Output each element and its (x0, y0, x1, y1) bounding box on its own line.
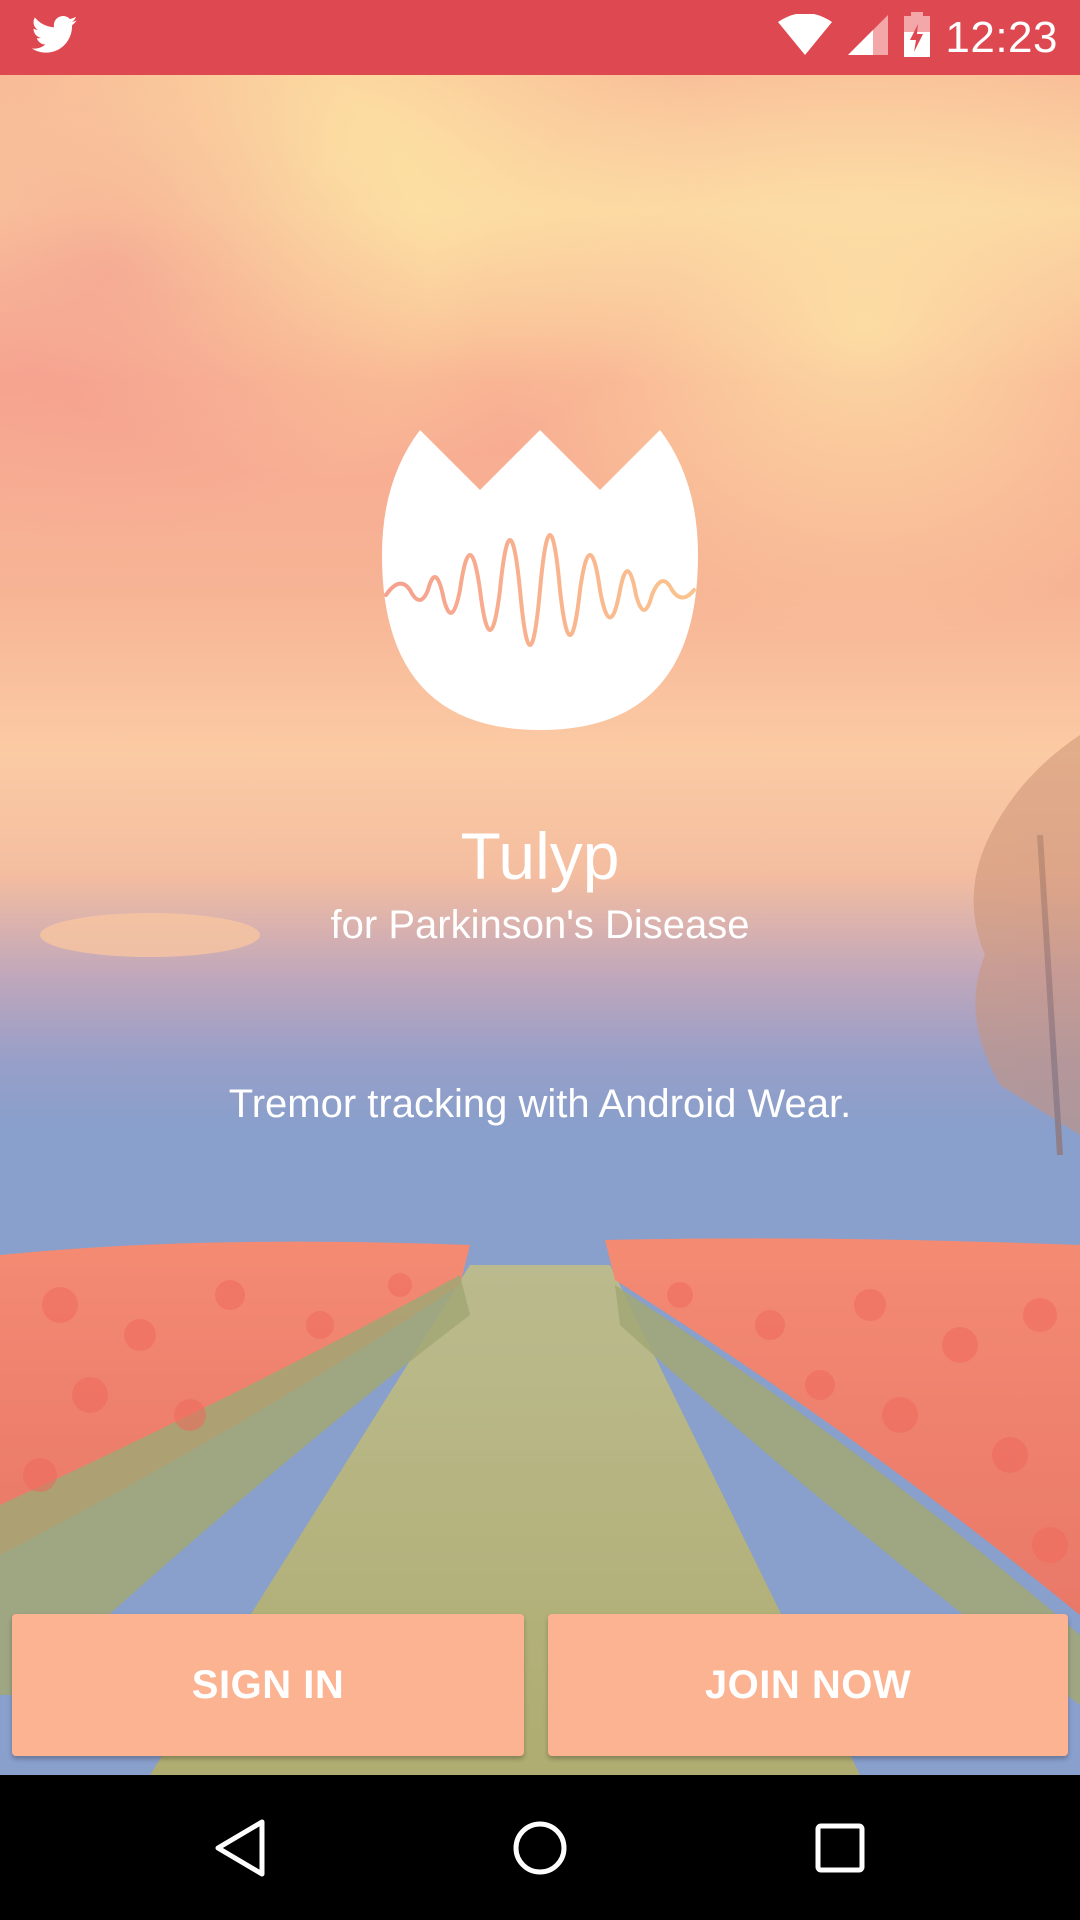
recents-icon[interactable] (760, 1775, 920, 1920)
app-title: Tulyp (460, 819, 620, 893)
sign-in-button[interactable]: SIGN IN (12, 1614, 524, 1756)
twitter-icon (31, 15, 78, 60)
app-subtitle: for Parkinson's Disease (330, 903, 750, 947)
battery-charging-icon (903, 12, 931, 63)
welcome-screen: 12:23 Tulyp for Parkinson's Disease Trem… (0, 0, 1080, 1920)
join-now-button[interactable]: JOIN NOW (548, 1614, 1068, 1756)
status-bar: 12:23 (0, 0, 1080, 75)
status-time: 12:23 (945, 12, 1058, 62)
tulyp-logo (380, 430, 700, 740)
cell-signal-icon (847, 14, 889, 61)
wifi-icon (777, 13, 833, 61)
back-icon[interactable] (160, 1775, 320, 1920)
navigation-bar (0, 1775, 1080, 1920)
home-icon[interactable] (460, 1775, 620, 1920)
tagline: Tremor tracking with Android Wear. (228, 1082, 852, 1126)
